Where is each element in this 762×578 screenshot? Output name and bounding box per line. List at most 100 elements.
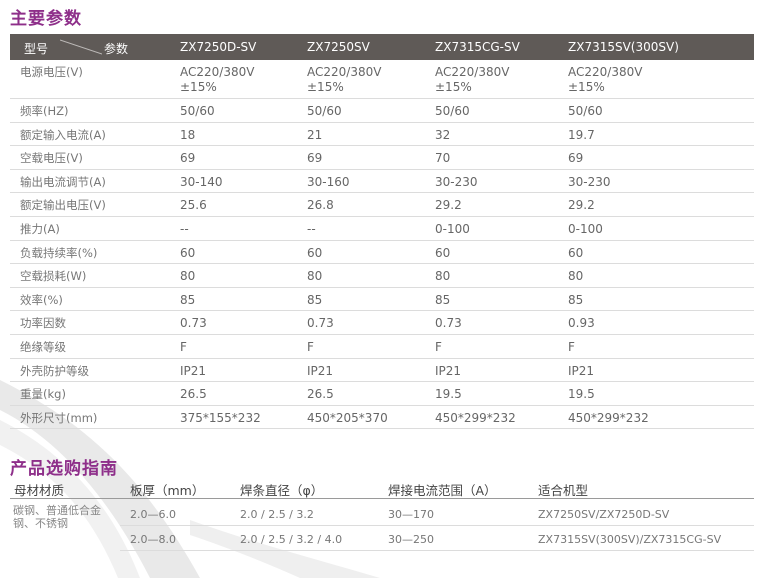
- spec-cell: 60: [307, 245, 323, 260]
- spec-cell: 50/60: [180, 104, 215, 118]
- main-params-title: 主要参数: [10, 9, 82, 29]
- spec-row-label: 负载持续率(%): [20, 245, 98, 260]
- model-header-3: ZX7315CG-SV: [435, 40, 520, 54]
- spec-row: 额定输入电流(A) 18 21 32 19.7: [10, 123, 754, 147]
- spec-cell: --: [180, 221, 189, 236]
- spec-cell: F: [435, 339, 442, 354]
- spec-cell: 26.8: [307, 198, 334, 213]
- spec-cell: 29.2: [435, 198, 462, 213]
- spec-cell: 85: [568, 292, 584, 307]
- spec-cell: IP21: [307, 363, 334, 378]
- spec-row-label: 效率(%): [20, 292, 63, 307]
- spec-row: 空载损耗(W) 80 80 80 80: [10, 264, 754, 288]
- spec-row: 重量(kg) 26.5 26.5 19.5 19.5: [10, 382, 754, 406]
- spec-row: 外壳防护等级 IP21 IP21 IP21 IP21: [10, 359, 754, 383]
- guide-material-text: 碳钢、普通低合金钢、不锈钢: [13, 504, 101, 530]
- guide-header-current: 焊接电流范围（A）: [388, 483, 497, 498]
- spec-cell: 69: [568, 151, 584, 166]
- spec-cell: 70: [435, 151, 451, 166]
- guide-thickness: 2.0—8.0: [130, 533, 176, 546]
- spec-cell: 19.5: [568, 387, 595, 402]
- spec-cell: 50/60: [568, 104, 603, 118]
- guide-model: ZX7315SV(300SV)/ZX7315CG-SV: [538, 533, 722, 546]
- guide-model: ZX7250SV/ZX7250D-SV: [538, 508, 670, 521]
- guide-header-rod: 焊条直径（φ）: [240, 483, 324, 498]
- spec-cell: --: [307, 221, 316, 236]
- spec-cell: F: [307, 339, 314, 354]
- spec-row: 推力(A) -- -- 0-100 0-100: [10, 217, 754, 241]
- spec-cell: IP21: [568, 363, 595, 378]
- spec-cell: AC220/380V ±15%: [180, 65, 255, 94]
- spec-cell: 19.7: [568, 127, 595, 142]
- spec-row-label: 额定输入电流(A): [20, 127, 106, 142]
- guide-rod: 2.0 / 2.5 / 3.2: [240, 508, 314, 521]
- spec-row-label: 额定输出电压(V): [20, 198, 106, 213]
- type-header-label: 型号: [24, 42, 49, 56]
- spec-cell: F: [180, 339, 187, 354]
- guide-table: 母材材质 板厚（mm） 焊条直径（φ） 焊接电流范围（A） 适合机型 碳钢、普通…: [10, 476, 754, 551]
- spec-cell: 60: [180, 245, 196, 260]
- spec-row-label: 空载损耗(W): [20, 269, 87, 284]
- param-header-label: 参数: [104, 42, 129, 56]
- spec-row-label: 电源电压(V): [20, 65, 83, 79]
- guide-row: 2.0—6.0 2.0 / 2.5 / 3.2 30—170 ZX7250SV/…: [120, 503, 754, 526]
- guide-header-model: 适合机型: [538, 483, 589, 498]
- spec-row: 输出电流调节(A) 30-140 30-160 30-230 30-230: [10, 170, 754, 194]
- spec-cell: 30-230: [568, 174, 611, 189]
- spec-cell: 0-100: [568, 221, 603, 236]
- spec-cell: 18: [180, 127, 196, 142]
- spec-cell: 50/60: [435, 104, 470, 118]
- spec-row: 频率(HZ) 50/60 50/60 50/60 50/60: [10, 99, 754, 123]
- guide-thickness: 2.0—6.0: [130, 508, 176, 521]
- spec-cell: 60: [435, 245, 451, 260]
- spec-table-body: 电源电压(V) AC220/380V ±15% AC220/380V ±15% AC2…: [10, 60, 754, 430]
- spec-cell: 0.93: [568, 316, 595, 331]
- spec-cell: 85: [307, 292, 323, 307]
- spec-cell: 26.5: [307, 387, 334, 402]
- spec-table-header: 型号 参数 ZX7250D-SV ZX7250SV ZX7315CG-SV ZX…: [10, 34, 754, 60]
- spec-row: 空载电压(V) 69 69 70 69: [10, 146, 754, 170]
- guide-rod: 2.0 / 2.5 / 3.2 / 4.0: [240, 533, 343, 546]
- spec-row-label: 功率因数: [20, 316, 66, 331]
- spec-cell: 450*299*232: [435, 410, 516, 425]
- guide-header-material: 母材材质: [14, 483, 65, 498]
- header-diagonal-divider: [60, 39, 102, 55]
- spec-cell: 0-100: [435, 221, 470, 236]
- guide-header-thickness: 板厚（mm）: [130, 483, 205, 498]
- spec-cell: F: [568, 339, 575, 354]
- spec-row-label: 推力(A): [20, 221, 60, 236]
- spec-cell: 19.5: [435, 387, 462, 402]
- spec-row-label: 重量(kg): [20, 387, 66, 402]
- spec-cell: 69: [307, 151, 323, 166]
- spec-cell: 450*205*370: [307, 410, 388, 425]
- spec-cell: 21: [307, 127, 323, 142]
- spec-cell: AC220/380V ±15%: [435, 65, 510, 94]
- spec-cell: 30-230: [435, 174, 478, 189]
- spec-cell: 69: [180, 151, 196, 166]
- guide-row: 2.0—8.0 2.0 / 2.5 / 3.2 / 4.0 30—250 ZX7…: [120, 528, 754, 551]
- spec-row-label: 空载电压(V): [20, 151, 83, 166]
- spec-cell: 25.6: [180, 198, 207, 213]
- spec-row-label: 输出电流调节(A): [20, 174, 106, 189]
- spec-row: 负载持续率(%) 60 60 60 60: [10, 241, 754, 265]
- spec-cell: 80: [307, 269, 323, 284]
- spec-row: 外形尺寸(mm) 375*155*232 450*205*370 450*299*23…: [10, 406, 754, 430]
- spec-row-label: 绝缘等级: [20, 339, 66, 354]
- guide-current: 30—250: [388, 533, 434, 546]
- model-header-1: ZX7250D-SV: [180, 40, 257, 54]
- spec-cell: 80: [435, 269, 451, 284]
- spec-cell: AC220/380V ±15%: [307, 65, 382, 94]
- spec-cell: 50/60: [307, 104, 342, 118]
- spec-cell: 0.73: [307, 316, 334, 331]
- spec-row: 电源电压(V) AC220/380V ±15% AC220/380V ±15% AC2…: [10, 60, 754, 99]
- spec-table: 型号 参数 ZX7250D-SV ZX7250SV ZX7315CG-SV ZX…: [10, 34, 754, 430]
- spec-cell: IP21: [435, 363, 462, 378]
- spec-cell: 450*299*232: [568, 410, 649, 425]
- guide-current: 30—170: [388, 508, 434, 521]
- spec-cell: 29.2: [568, 198, 595, 213]
- model-header-2: ZX7250SV: [307, 40, 370, 54]
- spec-row-label: 频率(HZ): [20, 104, 69, 118]
- spec-cell: 85: [435, 292, 451, 307]
- spec-cell: 32: [435, 127, 451, 142]
- spec-cell: IP21: [180, 363, 207, 378]
